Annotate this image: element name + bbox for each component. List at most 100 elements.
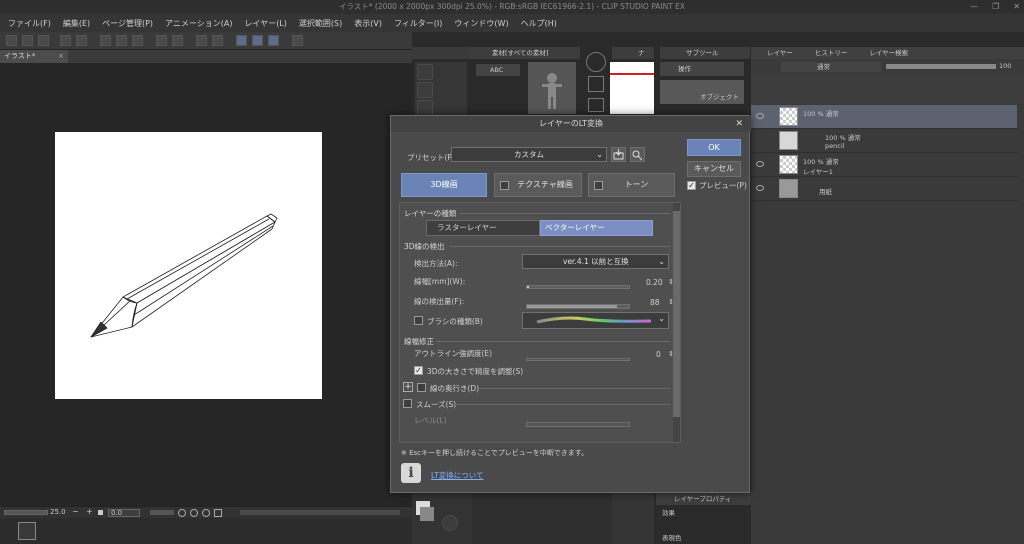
detect-amount-value[interactable]: 88 xyxy=(650,298,660,307)
zoom-in-button[interactable]: + xyxy=(86,507,93,516)
material-tab[interactable]: 素材[すべての素材] xyxy=(470,47,580,59)
scrollbar-thumb[interactable] xyxy=(673,211,680,417)
redo-icon[interactable] xyxy=(76,35,87,46)
rotation-slider[interactable] xyxy=(150,510,174,515)
detect-method-select[interactable]: ver.4.1 以前と互換 ⌄ xyxy=(522,254,669,269)
navigator-tab[interactable]: ナ xyxy=(612,47,654,59)
undo-icon[interactable] xyxy=(60,35,71,46)
material-thumbnail[interactable] xyxy=(528,62,576,114)
visibility-eye-icon[interactable] xyxy=(756,161,764,167)
brush-type-checkbox[interactable] xyxy=(414,316,423,325)
snap-special-ruler-icon[interactable] xyxy=(212,35,223,46)
scrollbar[interactable] xyxy=(673,203,680,442)
menu-edit[interactable]: 編集(E) xyxy=(63,18,90,29)
fit-icon[interactable] xyxy=(98,510,103,515)
save-preset-icon[interactable] xyxy=(611,147,626,162)
angle-field[interactable]: 0.0 xyxy=(108,509,140,517)
menu-window[interactable]: ウィンドウ(W) xyxy=(454,18,508,29)
rotate-left-icon[interactable] xyxy=(178,509,186,517)
copy-icon[interactable] xyxy=(116,35,127,46)
maximize-button[interactable]: ❐ xyxy=(992,0,999,14)
zoom-value[interactable]: 25.0 xyxy=(50,508,66,516)
material-search[interactable]: ABC xyxy=(476,64,520,76)
color-wheel-icon[interactable] xyxy=(442,515,458,531)
snap-perspective-icon[interactable] xyxy=(268,35,279,46)
move-tool-icon[interactable] xyxy=(417,82,433,98)
tab-texture-lineart[interactable]: テクスチャ線画 xyxy=(494,173,582,197)
menu-help[interactable]: ヘルプ(H) xyxy=(521,18,557,29)
navigator-preview[interactable] xyxy=(610,62,654,114)
horizontal-scrollbar[interactable] xyxy=(240,510,400,515)
menu-page[interactable]: ページ管理(P) xyxy=(102,18,153,29)
preset-select[interactable]: カスタム ⌄ xyxy=(451,147,607,162)
panel-toggle-icon[interactable] xyxy=(18,522,36,540)
line-width-slider[interactable] xyxy=(526,285,630,289)
cut-icon[interactable] xyxy=(100,35,111,46)
tab-tone[interactable]: トーン xyxy=(588,173,675,197)
brush-type-select[interactable]: ⌄ xyxy=(522,312,669,329)
snap-ruler-icon[interactable] xyxy=(196,35,207,46)
depth-checkbox[interactable] xyxy=(417,383,426,392)
preview-checkbox[interactable]: ✓ xyxy=(687,181,696,190)
opacity-slider[interactable] xyxy=(886,64,996,69)
layer-property-tab[interactable]: レイヤープロパティ xyxy=(656,493,751,505)
visibility-eye-icon[interactable] xyxy=(756,185,764,191)
settings-scroll-area[interactable]: レイヤーの種類 ラスターレイヤー ベクターレイヤー 3D線の検出 検出方法(A)… xyxy=(399,202,681,443)
subtool-object[interactable]: オブジェクト xyxy=(660,80,744,104)
smooth-checkbox[interactable] xyxy=(403,399,412,408)
tab-layer-search[interactable]: レイヤー検索 xyxy=(869,47,908,59)
operation-tool-icon[interactable] xyxy=(417,100,433,116)
preview-toggle[interactable]: ✓ プレビュー(P) xyxy=(687,180,747,191)
snap-guide-icon[interactable] xyxy=(252,35,263,46)
cancel-button[interactable]: キャンセル xyxy=(687,161,741,177)
layer-row[interactable]: 100 % 通常 xyxy=(751,105,1017,129)
tab-3d-lineart[interactable]: 3D線画 xyxy=(401,173,487,197)
save-icon[interactable] xyxy=(38,35,49,46)
vector-layer-option[interactable]: ベクターレイヤー xyxy=(540,220,653,236)
paste-icon[interactable] xyxy=(132,35,143,46)
menu-animation[interactable]: アニメーション(A) xyxy=(165,18,232,29)
layer-row[interactable]: 100 % 通常 pencil xyxy=(751,129,1017,153)
ok-button[interactable]: OK xyxy=(687,139,741,156)
misc-tool-icon[interactable] xyxy=(292,35,303,46)
canvas-paper[interactable] xyxy=(55,132,322,399)
deselect-icon[interactable] xyxy=(156,35,167,46)
rotate-right-icon[interactable] xyxy=(190,509,198,517)
sub-color-swatch[interactable] xyxy=(420,507,434,521)
reset-rotation-icon[interactable] xyxy=(202,509,210,517)
invert-icon[interactable] xyxy=(172,35,183,46)
zoom-tool-icon[interactable] xyxy=(417,64,433,80)
close-tab-icon[interactable]: × xyxy=(58,50,64,63)
menu-selection[interactable]: 選択範囲(S) xyxy=(299,18,342,29)
layer-row[interactable]: 100 % 通常 レイヤー1 xyxy=(751,153,1017,177)
visibility-eye-icon[interactable] xyxy=(756,113,764,119)
snap-grid-icon[interactable] xyxy=(236,35,247,46)
x-mark-icon[interactable] xyxy=(588,76,604,92)
camera-icon[interactable] xyxy=(588,98,604,112)
blend-mode-select[interactable]: 通常 xyxy=(781,62,881,72)
texture-checkbox[interactable] xyxy=(500,181,509,190)
subtool-group[interactable]: 操作 xyxy=(660,62,744,76)
opacity-value[interactable]: 100 xyxy=(999,62,1011,70)
detect-amount-slider[interactable] xyxy=(526,304,630,309)
new-file-icon[interactable] xyxy=(6,35,17,46)
close-window-button[interactable]: ✕ xyxy=(1013,0,1020,14)
preset-settings-icon[interactable] xyxy=(630,147,645,162)
tab-layer[interactable]: レイヤー xyxy=(767,47,793,59)
tab-history[interactable]: ヒストリー xyxy=(815,47,848,59)
zoom-out-button[interactable]: − xyxy=(72,507,79,516)
raster-layer-option[interactable]: ラスターレイヤー xyxy=(426,220,540,236)
menu-layer[interactable]: レイヤー(L) xyxy=(244,18,286,29)
layer-row[interactable]: 用紙 xyxy=(751,177,1017,201)
subtool-tab[interactable]: サブツール xyxy=(660,47,750,59)
lt-help-link[interactable]: LT変換について xyxy=(431,470,484,481)
zoom-slider[interactable] xyxy=(4,510,48,515)
menu-view[interactable]: 表示(V) xyxy=(354,18,382,29)
close-icon[interactable]: ✕ xyxy=(735,116,743,132)
document-tab[interactable]: イラスト* × xyxy=(0,50,68,63)
level-slider[interactable] xyxy=(526,422,630,427)
menu-file[interactable]: ファイル(F) xyxy=(8,18,51,29)
outline-slider[interactable] xyxy=(526,358,630,361)
line-width-value[interactable]: 0.20 xyxy=(646,278,663,287)
expand-icon[interactable]: + xyxy=(403,382,413,392)
